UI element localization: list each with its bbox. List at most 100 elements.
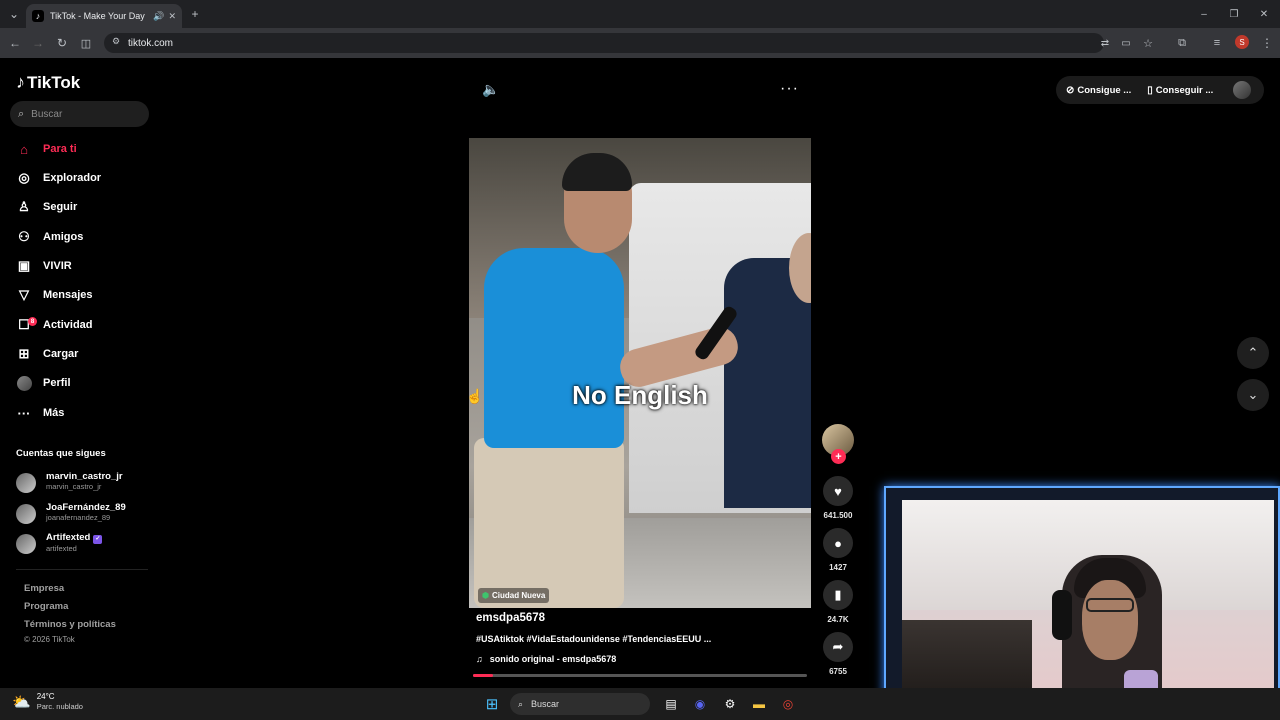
audio-playing-icon[interactable]: 🔊 [153,11,164,22]
site-info-icon[interactable]: ⚙ [112,36,120,47]
top-right-actions: ⊘ Consigue ... ▯ Conseguir ... [1056,76,1264,104]
previous-video-button[interactable]: ⌃ [1237,337,1269,369]
new-tab-button[interactable]: + [184,3,206,25]
tab-list-icon[interactable]: ⌄ [3,3,25,25]
like-count: 641.500 [823,511,853,520]
chrome-menu-icon[interactable]: ⋮ [1256,32,1278,54]
cloud-icon: ⛅ [12,694,31,711]
more-options-icon[interactable]: ··· [780,80,799,98]
volume-icon[interactable]: 🔈 [482,81,499,98]
weather-temp: 24°C [36,692,55,701]
sidepanel-icon[interactable]: ◫ [75,32,97,54]
maximize-window-button[interactable]: ❐ [1223,3,1245,25]
cast-icon[interactable]: ▭ [1115,32,1137,54]
compass-icon: ◎ [18,170,30,185]
follow-plus-button[interactable]: + [831,449,846,464]
get-coins-button[interactable]: ⊘ Consigue ... [1066,85,1131,96]
sidebar-item-mas[interactable]: ··· Más [16,402,176,424]
weather-widget[interactable]: ⛅ 24°C Parc. nublado [12,692,83,712]
heart-icon[interactable]: ♥ [823,476,853,506]
video-player[interactable] [469,138,811,608]
close-window-button[interactable]: ✕ [1253,3,1275,25]
sidebar-item-explorador[interactable]: ◎ Explorador [16,167,176,189]
epic-games-icon[interactable]: ▤ [661,694,681,714]
sidebar-item-para-ti[interactable]: ⌂ Para ti [16,138,176,160]
following-account[interactable]: marvin_castro_jr marvin_castro_jr [16,471,123,493]
media-controls-icon[interactable]: ≡ [1206,32,1228,54]
file-explorer-icon[interactable]: ▬ [749,694,769,714]
sidebar-item-actividad[interactable]: ☐ 8 Actividad [16,314,176,336]
start-menu-icon[interactable]: ⊞ [482,694,502,714]
inbox-icon: ☐ 8 [16,317,37,333]
progress-fill [473,674,494,677]
taskbar-search[interactable]: ⌕ Buscar [510,693,650,715]
extensions-icon[interactable]: ⧉ [1171,32,1193,54]
video-progress-bar[interactable] [473,674,807,677]
next-video-button[interactable]: ⌄ [1237,379,1269,411]
sidebar-item-perfil[interactable]: Perfil [16,372,176,394]
sidebar-item-label: Amigos [43,231,84,243]
webcam-feed [902,500,1274,710]
close-tab-icon[interactable]: ✕ [168,11,176,22]
footer-link-empresa[interactable]: Empresa [24,583,64,594]
user-avatar[interactable] [1233,81,1252,99]
reload-button[interactable]: ↻ [51,32,73,54]
tiktok-favicon-icon: ♪ [32,10,44,22]
get-app-label: Conseguir ... [1155,84,1214,96]
verified-icon: ✓ [93,535,103,544]
get-app-button[interactable]: ▯ Conseguir ... [1147,85,1213,96]
share-action[interactable]: ➦ 6755 [822,632,854,676]
footer-link-terminos[interactable]: Términos y políticas [24,619,116,630]
video-sound[interactable]: ♫ sonido original - emsdpa5678 [476,654,616,664]
sidebar-item-cargar[interactable]: ⊞ Cargar [16,343,176,365]
account-name: Artifexted [46,532,91,543]
send-icon: ▽ [19,287,29,302]
share-icon[interactable]: ➦ [823,632,853,662]
weather-desc: Parc. nublado [36,702,83,711]
profile-avatar[interactable]: S [1235,35,1249,49]
sidebar-item-mensajes[interactable]: ▽ Mensajes [16,284,176,306]
sidebar-item-label: VIVIR [43,260,72,272]
discord-icon[interactable]: ◉ [690,694,710,714]
video-person-left-legs [474,438,624,608]
video-description[interactable]: #USAtiktok #VidaEstadounidense #Tendenci… [476,634,711,644]
avatar-icon [16,375,32,391]
logo-text: TikTok [27,72,81,92]
address-bar[interactable]: ⚙ tiktok.com [104,33,1104,53]
search-icon: ⌕ [18,107,25,120]
sidebar-item-label: Explorador [43,172,102,184]
footer-link-programa[interactable]: Programa [24,601,68,612]
sidebar-item-seguir[interactable]: ♙ Seguir [16,196,176,218]
browser-tab[interactable]: ♪ TikTok - Make Your Day 🔊 ✕ [26,4,182,28]
translate-icon[interactable]: ⇄ [1094,32,1116,54]
sidebar-item-vivir[interactable]: ▣ VIVIR [16,255,176,277]
minimize-window-button[interactable]: – [1193,3,1215,25]
like-action[interactable]: ♥ 641.500 [822,476,854,520]
account-handle: joanafernandez_89 [46,513,111,522]
video-author[interactable]: emsdpa5678 [476,612,545,624]
search-input[interactable]: ⌕ Buscar [10,101,149,127]
more-icon: ··· [17,405,31,421]
back-button[interactable]: ← [4,32,26,54]
following-account[interactable]: JoaFernández_89 joanafernandez_89 [16,502,126,524]
tiktok-logo[interactable]: ♪ TikTok [16,72,80,93]
share-count: 6755 [829,667,847,676]
forward-button[interactable]: → [27,32,49,54]
steam-icon[interactable]: ⚙ [720,694,740,714]
sidebar-item-label: Cargar [43,348,79,360]
comment-icon[interactable]: ● [823,528,853,558]
url-text: tiktok.com [128,37,174,49]
bookmark-star-icon[interactable]: ☆ [1137,32,1159,54]
webcam-headphones [1052,590,1072,640]
save-action[interactable]: ▮ 24.7K [822,580,854,624]
sidebar-item-amigos[interactable]: ⚇ Amigos [16,226,176,248]
sidebar-item-label: Actividad [43,319,93,331]
following-account[interactable]: Artifexted ✓ artifexted [16,532,103,554]
bookmark-icon[interactable]: ▮ [823,580,853,610]
comment-action[interactable]: ● 1427 [822,528,854,572]
sidebar-item-label: Seguir [43,201,78,213]
tab-title: TikTok - Make Your Day [50,11,145,21]
chrome-icon[interactable]: ◎ [778,694,798,714]
sound-label: sonido original - emsdpa5678 [489,654,617,664]
location-tag[interactable]: ⬢ Ciudad Nueva [478,588,550,603]
